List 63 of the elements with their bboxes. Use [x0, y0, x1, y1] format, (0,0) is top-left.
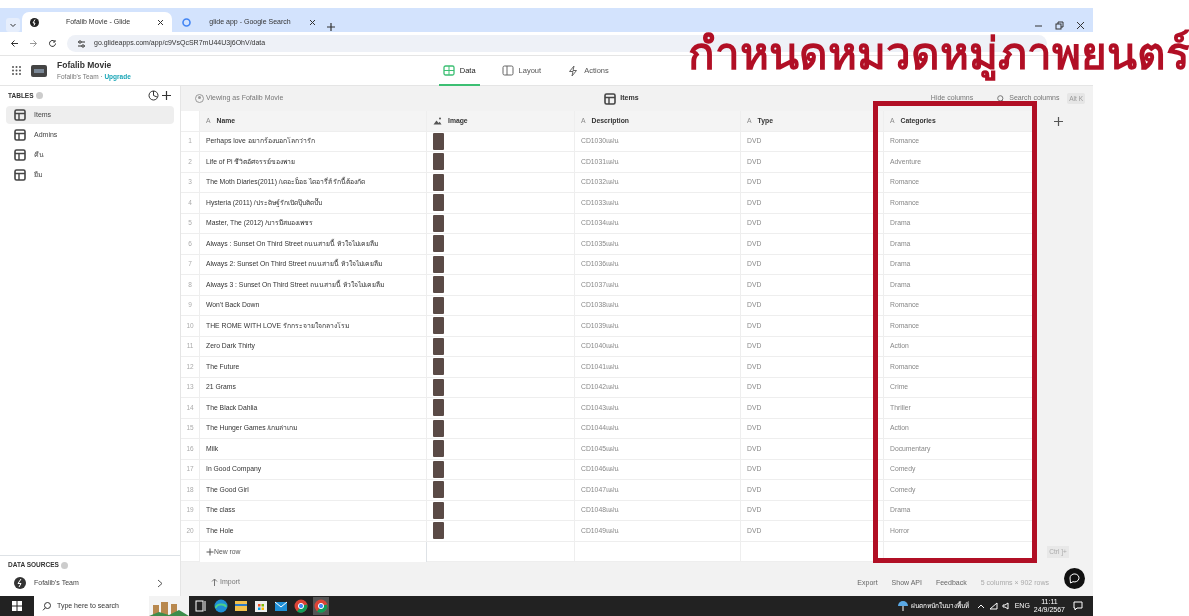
info-icon	[35, 92, 43, 99]
table-icon	[14, 149, 26, 161]
photo-placeholder	[433, 276, 444, 294]
lightning-icon	[567, 65, 580, 76]
photo-placeholder	[433, 173, 444, 191]
tab-list-icon[interactable]	[6, 18, 20, 32]
photo-placeholder	[433, 501, 444, 519]
photo-placeholder	[433, 481, 444, 499]
info-icon	[60, 561, 68, 569]
search-icon	[997, 94, 1006, 103]
photo-placeholder	[433, 378, 444, 396]
app-logo-icon	[30, 17, 39, 27]
photo-placeholder	[433, 317, 444, 335]
upload-icon	[211, 577, 218, 586]
photo-placeholder	[433, 440, 444, 458]
layout-icon	[501, 65, 514, 76]
network-icon[interactable]	[988, 602, 998, 610]
notifications-icon[interactable]	[1073, 601, 1083, 611]
chat-icon[interactable]	[1064, 568, 1085, 589]
table-icon	[604, 92, 617, 105]
photo-placeholder	[433, 399, 444, 417]
close-icon[interactable]	[1076, 21, 1085, 30]
chevron-icon	[157, 578, 163, 588]
close-icon[interactable]	[309, 18, 316, 26]
table-icon	[442, 65, 455, 76]
photo-placeholder	[433, 132, 444, 150]
new-tab-icon[interactable]	[326, 22, 336, 32]
photo-placeholder	[433, 214, 444, 232]
chevron-up-icon[interactable]	[976, 603, 985, 609]
task-view-icon[interactable]	[193, 597, 209, 615]
photo-placeholder	[433, 153, 444, 171]
close-icon[interactable]	[157, 18, 164, 26]
speaker-icon[interactable]	[1001, 602, 1011, 610]
weather-icon	[896, 600, 909, 612]
photo-placeholder	[433, 358, 444, 376]
add-icon	[206, 547, 214, 556]
user-icon	[195, 94, 204, 103]
photo-placeholder	[433, 460, 444, 478]
photo-placeholder	[433, 194, 444, 212]
photo-placeholder	[433, 255, 444, 273]
add-column-icon[interactable]	[1052, 116, 1064, 127]
app-name: Fofalib Movie	[57, 59, 113, 72]
table-icon	[14, 169, 26, 181]
restore-icon[interactable]	[1055, 21, 1064, 30]
browser-icon[interactable]	[213, 597, 229, 615]
search-icon	[42, 601, 51, 611]
photo-placeholder	[433, 296, 444, 314]
image-icon	[433, 117, 442, 125]
apps-grid-icon[interactable]	[12, 66, 21, 75]
site-info-icon	[77, 39, 86, 48]
add-icon[interactable]	[161, 90, 172, 101]
table-icon	[14, 129, 26, 141]
table-icon	[14, 109, 26, 121]
back-icon[interactable]	[10, 39, 19, 48]
lightning-icon	[14, 577, 26, 589]
reload-icon[interactable]	[48, 39, 57, 48]
chart-icon[interactable]	[148, 90, 159, 101]
photo-placeholder	[433, 522, 444, 540]
photo-placeholder	[433, 235, 444, 253]
forward-icon[interactable]	[29, 39, 38, 48]
app-icon	[31, 64, 47, 77]
photo-placeholder	[433, 419, 444, 437]
photo-placeholder	[433, 337, 444, 355]
